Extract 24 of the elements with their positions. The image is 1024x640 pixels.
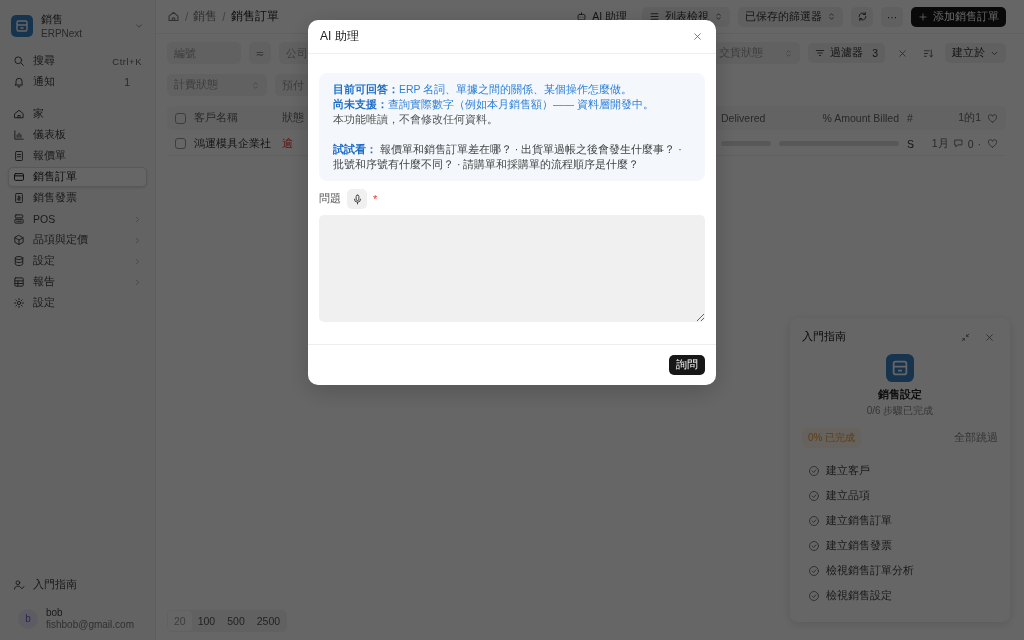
app-title: 銷售 [41, 12, 64, 27]
required-mark: * [373, 193, 378, 205]
field-label: 問題 [319, 192, 341, 206]
table-cell-text: S [907, 137, 915, 150]
progress-badge: 0% 已完成 [802, 428, 862, 448]
setup-heading: 銷售設定 [878, 388, 922, 402]
dialog-title: AI 助理 [320, 28, 359, 45]
info-text: 本功能唯讀，不會修改任何資料。 [333, 112, 499, 127]
user-name: bob [46, 607, 64, 618]
breadcrumb-separator: / [222, 9, 226, 24]
separator-dot: · [977, 137, 981, 150]
info-text: 試試看： 報價單和銷售訂單差在哪？ · 出貨單過帳之後會發生什麼事？ · 批號和序號有什麼不同？ · 請購單和採購單的流程順序是什麼？ [333, 142, 683, 172]
notification-count: 1 [124, 76, 131, 88]
status-text: 逾 [282, 136, 294, 151]
shortcut-hint: Ctrl+K [112, 55, 142, 67]
column-header: % Amount Billed [821, 112, 899, 124]
column-header: # [907, 112, 914, 124]
column-header: Delivered [721, 112, 767, 124]
panel-title: 入門指南 [802, 330, 847, 344]
info-text: 目前可回答：ERP 名詞、單據之間的關係、某個操作怎麼做。 [333, 82, 634, 97]
row-count: 1的1 [957, 111, 981, 125]
info-text: 尚未支援：查詢實際數字（例如本月銷售額）—— 資料層開發中。 [333, 97, 655, 112]
breadcrumb-separator: / [185, 9, 189, 24]
app-subtitle: ERPNext [41, 28, 84, 39]
